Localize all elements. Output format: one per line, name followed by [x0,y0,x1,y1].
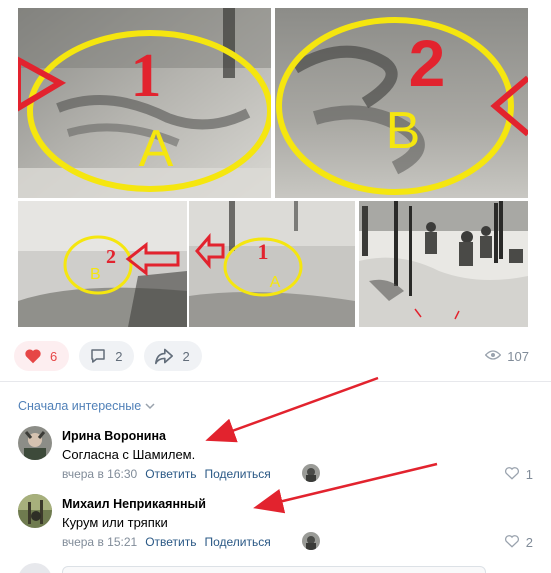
comment-like-button[interactable]: 1 [504,466,533,483]
comment-time[interactable]: вчера в 15:21 [62,535,137,549]
share-icon [154,347,174,365]
comment-icon [89,347,107,365]
comment-text: Курум или тряпки [62,515,168,530]
comment-like-count: 1 [525,467,533,482]
photo-gallery: 1 A 2 B 2 B 1 A [0,0,551,330]
photo3-letter: B [90,266,101,283]
comment-text: Согласна с Шамилем. [62,447,196,462]
share-count: 2 [182,348,190,364]
views-count: 107 [507,348,529,364]
post-page: 1 A 2 B 2 B 1 A 6 2 2 107 Сначала интере… [0,0,551,573]
comment-author[interactable]: Михаил Неприкаянный [62,497,206,511]
photo1-letter: A [139,120,174,178]
current-user-avatar[interactable] [18,563,52,573]
avatar[interactable] [18,494,52,528]
chevron-down-icon [145,399,155,413]
sort-label: Сначала интересные [18,399,142,413]
share-comment-button[interactable]: Поделиться [204,535,270,549]
reaction-avatar-icon[interactable] [302,532,320,550]
reply-button[interactable]: Ответить [145,467,196,481]
photo-2[interactable]: 2 B [275,8,528,198]
heart-icon [24,348,42,364]
comment-time[interactable]: вчера в 16:30 [62,467,137,481]
photo3-number: 2 [106,246,116,268]
heart-outline-icon [504,466,520,483]
photo-5[interactable] [359,201,528,327]
eye-icon [485,349,502,364]
share-button[interactable]: 2 [144,341,202,371]
divider [0,381,551,382]
comment-input[interactable] [62,566,486,573]
comment-meta: вчера в 16:30 Ответить Поделиться [62,467,271,481]
comments-sort-dropdown[interactable]: Сначала интересные [18,399,155,413]
comment-count: 2 [115,348,123,364]
comment-author[interactable]: Ирина Воронина [62,429,166,443]
heart-outline-icon [504,534,520,551]
photo4-number: 1 [258,239,269,264]
comment-item: Ирина Воронина Согласна с Шамилем. вчера… [18,426,533,482]
comment-button[interactable]: 2 [79,341,135,371]
reaction-avatar-icon[interactable] [302,464,320,482]
post-actions: 6 2 2 [14,341,202,371]
share-comment-button[interactable]: Поделиться [204,467,270,481]
photo2-number: 2 [409,26,446,100]
comment-item: Михаил Неприкаянный Курум или тряпки вче… [18,494,533,550]
like-button[interactable]: 6 [14,341,70,371]
photo1-number: 1 [131,42,162,110]
photo-3[interactable]: 2 B [18,201,187,327]
views-counter: 107 [485,341,529,371]
comment-like-count: 2 [525,535,533,550]
comment-meta: вчера в 15:21 Ответить Поделиться [62,535,271,549]
avatar[interactable] [18,426,52,460]
photo4-letter: A [270,274,281,291]
reply-button[interactable]: Ответить [145,535,196,549]
like-count: 6 [50,348,58,364]
photo2-letter: B [386,102,421,160]
photo-4[interactable]: 1 A [189,201,355,327]
comment-like-button[interactable]: 2 [504,534,533,551]
photo-1[interactable]: 1 A [18,8,271,198]
